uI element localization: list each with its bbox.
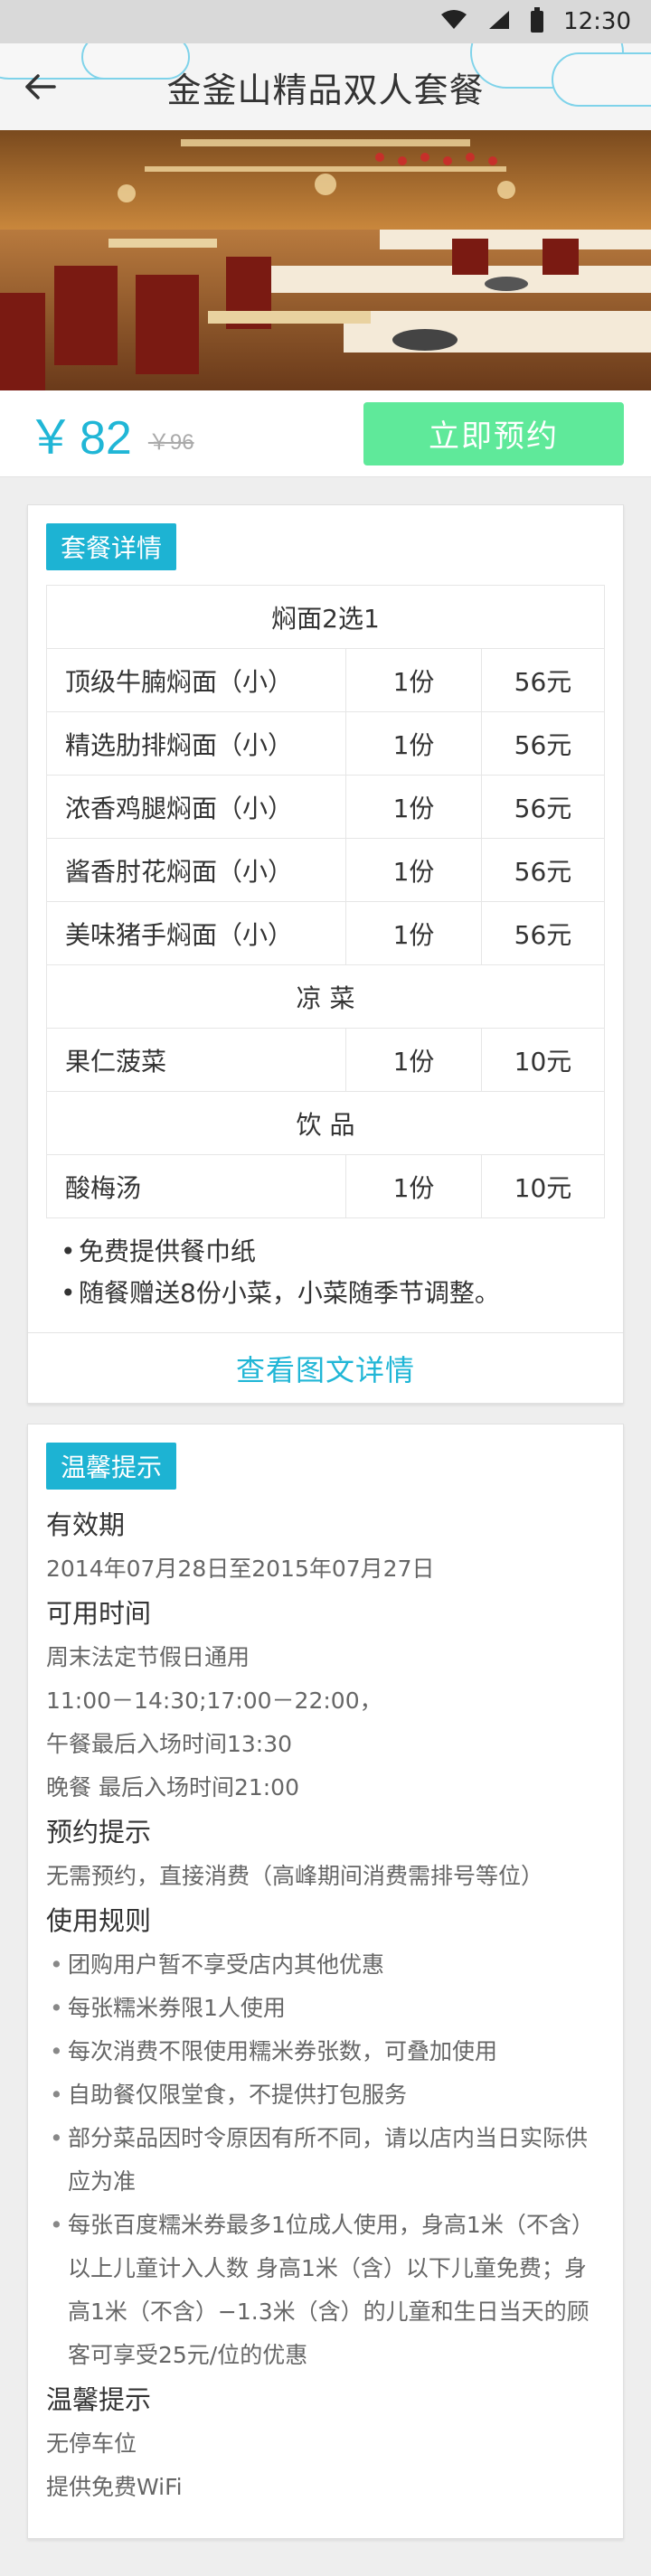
validity-heading: 有效期 <box>46 1509 126 1540</box>
table-row: 美味猪手焖面（小） 1份 56元 <box>46 901 605 965</box>
item-price: 56元 <box>481 775 605 839</box>
rules-heading: 使用规则 <box>46 1905 152 1936</box>
warm-text: 提供免费WiFi <box>46 2474 183 2500</box>
rule-item: 团购用户暂不享受店内其他优惠 <box>46 1943 605 1987</box>
item-name: 果仁菠菜 <box>46 1028 346 1092</box>
section-title: 饮 品 <box>46 1091 605 1155</box>
item-price: 56元 <box>481 711 605 776</box>
item-qty: 1份 <box>345 648 482 712</box>
status-bar: 12:30 <box>0 0 651 43</box>
table-row: 顶级牛腩焖面（小） 1份 56元 <box>46 648 605 712</box>
item-name: 酱香肘花焖面（小） <box>46 838 346 902</box>
item-name: 美味猪手焖面（小） <box>46 901 346 965</box>
section-title: 焖面2选1 <box>46 585 605 649</box>
item-name: 酸梅汤 <box>46 1154 346 1218</box>
item-name: 顶级牛腩焖面（小） <box>46 648 346 712</box>
item-price: 56元 <box>481 901 605 965</box>
rule-item: 每张百度糯米券最多1位成人使用，身高1米（不含）以上儿童计入人数 身高1米（含）… <box>46 2204 605 2377</box>
rule-item: 自助餐仅限堂食，不提供打包服务 <box>46 2073 605 2117</box>
item-qty: 1份 <box>345 901 482 965</box>
page-title: 金釜山精品双人套餐 <box>166 70 485 110</box>
back-button[interactable] <box>20 67 60 107</box>
note-item: 免费提供餐巾纸 <box>61 1231 605 1273</box>
table-row: 酱香肘花焖面（小） 1份 56元 <box>46 838 605 902</box>
warm-tips-card: 温馨提示 有效期 2014年07月28日至2015年07月27日 可用时间 周末… <box>27 1424 624 2539</box>
rule-item: 每张糯米券限1人使用 <box>46 1987 605 2030</box>
current-price-value: 82 <box>80 412 132 465</box>
rules-list: 团购用户暂不享受店内其他优惠 每张糯米券限1人使用 每次消费不限使用糯米券张数，… <box>46 1943 605 2377</box>
table-row: 精选肋排焖面（小） 1份 56元 <box>46 711 605 776</box>
battery-icon <box>531 7 544 33</box>
validity-text: 2014年07月28日至2015年07月27日 <box>46 1556 435 1582</box>
package-notes: 免费提供餐巾纸 随餐赠送8份小菜，小菜随季节调整。 <box>28 1218 623 1314</box>
view-detail-link[interactable]: 查看图文详情 <box>28 1332 623 1403</box>
item-qty: 1份 <box>345 1154 482 1218</box>
section-title: 凉 菜 <box>46 964 605 1029</box>
wifi-icon <box>440 9 467 35</box>
item-qty: 1份 <box>345 838 482 902</box>
warm-text: 无停车位 <box>46 2430 137 2457</box>
currency-symbol: ￥ <box>27 412 75 465</box>
item-price: 10元 <box>481 1028 605 1092</box>
hours-text: 周末法定节假日通用 <box>46 1644 250 1670</box>
rule-item: 每次消费不限使用糯米券张数，可叠加使用 <box>46 2030 605 2073</box>
table-row: 酸梅汤 1份 10元 <box>46 1154 605 1218</box>
hours-text: 11:00－14:30;17:00－22:00， <box>46 1688 382 1714</box>
item-price: 56元 <box>481 648 605 712</box>
booking-heading: 预约提示 <box>46 1817 152 1847</box>
item-qty: 1份 <box>345 711 482 776</box>
item-qty: 1份 <box>345 1028 482 1092</box>
booking-text: 无需预约，直接消费（高峰期间消费需排号等位） <box>46 1863 544 1889</box>
note-item: 随餐赠送8份小菜，小菜随季节调整。 <box>61 1273 605 1314</box>
status-time: 12:30 <box>563 8 631 35</box>
signal-icon <box>487 9 511 35</box>
item-name: 精选肋排焖面（小） <box>46 711 346 776</box>
item-price: 56元 <box>481 838 605 902</box>
table-row: 果仁菠菜 1份 10元 <box>46 1028 605 1092</box>
hours-heading: 可用时间 <box>46 1598 152 1629</box>
hero-image <box>0 130 651 390</box>
tips-tag: 温馨提示 <box>46 1443 177 1490</box>
rule-item: 部分菜品因时令原因有所不同，请以店内当日实际供应为准 <box>46 2117 605 2204</box>
arrow-left-icon <box>25 74 56 99</box>
item-qty: 1份 <box>345 775 482 839</box>
details-tag: 套餐详情 <box>46 523 177 570</box>
table-row: 浓香鸡腿焖面（小） 1份 56元 <box>46 775 605 839</box>
book-now-button[interactable]: 立即预约 <box>363 401 624 465</box>
item-name: 浓香鸡腿焖面（小） <box>46 775 346 839</box>
cloud-decoration <box>552 52 651 107</box>
original-price: ￥96 <box>147 430 194 455</box>
price-bar: ￥ 82 ￥96 立即预约 <box>0 390 651 477</box>
item-price: 10元 <box>481 1154 605 1218</box>
warm-heading: 温馨提示 <box>46 2384 152 2415</box>
hours-text: 午餐最后入场时间13:30 <box>46 1731 293 1757</box>
app-header: 金釜山精品双人套餐 <box>0 43 651 130</box>
hours-text: 晚餐 最后入场时间21:00 <box>46 1774 299 1800</box>
menu-table: 焖面2选1 顶级牛腩焖面（小） 1份 56元 精选肋排焖面（小） 1份 56元 … <box>46 585 605 1218</box>
current-price: ￥ 82 <box>27 400 132 467</box>
package-details-card: 套餐详情 焖面2选1 顶级牛腩焖面（小） 1份 56元 精选肋排焖面（小） 1份… <box>27 504 624 1404</box>
